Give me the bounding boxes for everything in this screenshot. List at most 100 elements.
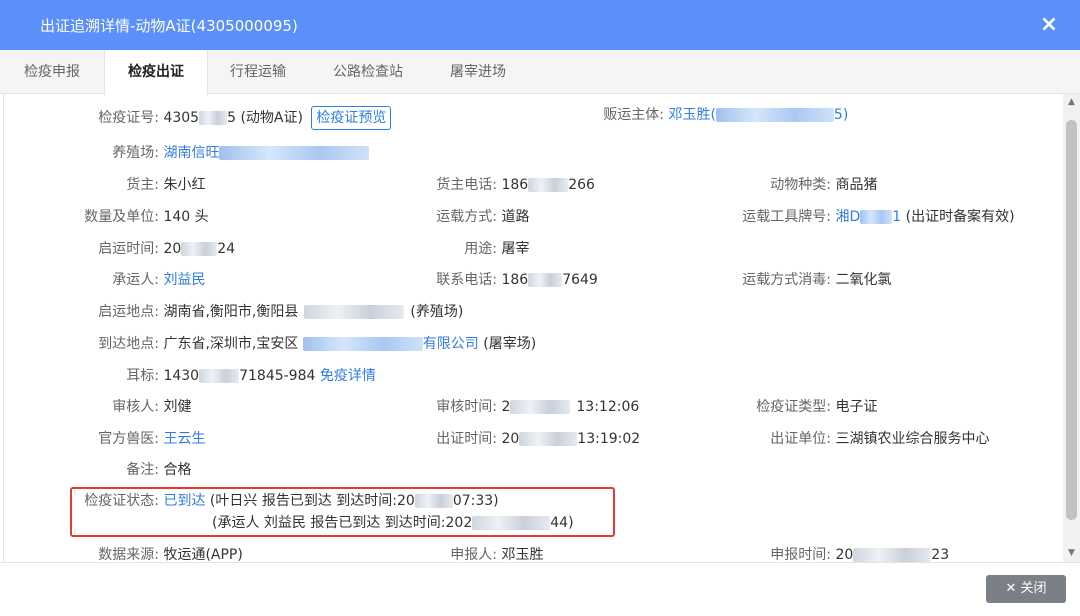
arrival-place-field: 到达地点: 广东省,深圳市,宝安区 有限公司 (屠宰场) [59,333,536,355]
masked-text [302,337,423,351]
reviewer-field: 审核人: 刘健 [59,396,191,418]
masked-text [528,178,569,192]
carrier-field: 承运人: 刘益民 [59,269,205,291]
reviewer-value: 刘健 [163,399,192,415]
apply-time-suffix: 23 [931,547,950,562]
departure-time-suffix: 24 [217,241,236,257]
applicant-field: 申报人: 邓玉胜 [397,544,543,562]
masked-text [414,494,453,508]
immunization-detail-link[interactable]: 免疫详情 [320,368,376,384]
contact-phone-label: 联系电话: [436,272,497,288]
arrival-report-2-prefix: (承运人 刘益民 报告已到达 到达时间:202 [212,515,473,531]
owner-phone-field: 货主电话: 186 266 [397,174,595,196]
cert-no-label: 检疫证号: [98,110,159,126]
remark-label: 备注: [126,462,159,478]
arrival-report-2: (承运人 刘益民 报告已到达 到达时间:202 44) [212,512,574,534]
cert-status-label: 检疫证状态: [84,493,159,509]
apply-time-prefix: 20 [835,547,854,562]
trader-link[interactable]: 邓玉胜(5) [668,107,848,123]
apply-time-label: 申报时间: [770,547,831,562]
disinfection-value: 二氧化氯 [835,272,892,288]
detail-content: 检疫证号: 4305 5 (动物A证) 检疫证预览 贩运主体: 邓玉胜(5) 养殖… [3,94,1063,562]
quantity-label: 数量及单位: [84,209,159,225]
arrival-place-prefix: 广东省,深圳市,宝安区 [163,336,299,352]
close-icon[interactable]: × [1038,10,1060,40]
departure-place-suffix: (养殖场) [410,304,464,320]
carrier-link[interactable]: 刘益民 [163,272,205,288]
cert-type-label: 检疫证类型: [756,399,831,415]
issuing-unit-label: 出证单位: [770,431,831,447]
trader-field: 贩运主体: 邓玉胜(5) [564,104,848,126]
arrival-place-link[interactable]: 有限公司 [302,336,479,352]
farm-field: 养殖场: 湖南信旺 [59,142,370,164]
vertical-scrollbar[interactable]: ▲ ▼ [1063,94,1080,562]
masked-text [853,548,932,562]
data-source-label: 数据来源: [98,547,159,562]
departure-place-prefix: 湖南省,衡阳市,衡阳县 [163,304,299,320]
ear-tag-label: 耳标: [126,368,159,384]
vet-label: 官方兽医: [98,431,159,447]
departure-time-field: 启运时间: 20 24 [59,238,235,260]
dialog-title: 出证追溯详情-动物A证(4305000095) [40,17,298,35]
cert-type-value: 电子证 [835,399,878,415]
scroll-down-icon[interactable]: ▼ [1063,545,1080,562]
tab-highway-checkpoint[interactable]: 公路检查站 [308,50,428,94]
transport-mode-field: 运载方式: 道路 [397,206,529,228]
vet-link[interactable]: 王云生 [163,431,205,447]
contact-phone-prefix: 186 [501,272,529,288]
cert-no-field: 检疫证号: 4305 5 (动物A证) 检疫证预览 [59,106,392,130]
review-time-label: 审核时间: [436,399,497,415]
disinfection-label: 运载方式消毒: [742,272,831,288]
tab-quarantine-declaration[interactable]: 检疫申报 [0,50,104,94]
arrival-place-label: 到达地点: [98,336,159,352]
dialog-footer: ✕ 关闭 [0,562,1080,616]
masked-text [199,369,240,383]
farm-link[interactable]: 湖南信旺 [163,145,370,161]
vet-field: 官方兽医: 王云生 [59,428,205,450]
close-button[interactable]: ✕ 关闭 [986,575,1066,603]
departure-place-label: 启运地点: [98,304,159,320]
plate-no-link[interactable]: 湘D 1 [835,209,901,225]
issue-time-field: 出证时间: 20 13:19:02 [397,428,640,450]
usage-label: 用途: [464,241,497,257]
owner-value: 朱小红 [163,177,206,193]
masked-text [304,305,405,319]
arrival-report-2-suffix: 44) [550,515,574,531]
trace-detail-dialog: 出证追溯详情-动物A证(4305000095) × 检疫申报 检疫出证 行程运输… [0,0,1080,616]
data-source-field: 数据来源: 牧运通(APP) [59,544,243,562]
review-time-suffix: 13:12:06 [576,399,640,415]
scrollbar-thumb[interactable] [1066,120,1077,520]
tab-quarantine-certificate[interactable]: 检疫出证 [104,50,208,95]
masked-text [519,432,578,446]
masked-text [472,516,551,530]
animal-type-field: 动物种类: 商品猪 [731,174,877,196]
issue-time-prefix: 20 [501,431,520,447]
departure-place-field: 启运地点: 湖南省,衡阳市,衡阳县 (养殖场) [59,301,463,323]
departure-time-label: 启运时间: [98,241,159,257]
tab-slaughter-entry[interactable]: 屠宰进场 [428,50,528,94]
review-time-field: 审核时间: 2 13:12:06 [397,396,639,418]
animal-type-value: 商品猪 [835,177,878,193]
review-time-prefix: 2 [501,399,511,415]
cert-status-field: 检疫证状态: 已到达 (叶日兴 报告已到达 到达时间:20 07:33) [59,490,498,512]
masked-text [181,242,218,256]
tab-trip-transport[interactable]: 行程运输 [208,50,308,94]
usage-field: 用途: 屠宰 [397,238,529,260]
masked-text [528,273,563,287]
cert-no-prefix: 4305 [163,110,200,126]
masked-text [860,210,893,224]
animal-type-label: 动物种类: [770,177,831,193]
reviewer-label: 审核人: [112,399,159,415]
tab-bar: 检疫申报 检疫出证 行程运输 公路检查站 屠宰进场 [0,50,1080,95]
owner-label: 货主: [126,177,159,193]
plate-no-note: (出证时备案有效) [901,209,1015,225]
scroll-up-icon[interactable]: ▲ [1063,94,1080,111]
data-source-value: 牧运通(APP) [163,547,243,562]
cert-status-link[interactable]: 已到达 [163,493,205,509]
owner-phone-prefix: 186 [501,177,529,193]
masked-text [199,111,228,125]
plate-no-label: 运载工具牌号: [742,209,831,225]
applicant-value: 邓玉胜 [501,547,544,562]
cert-preview-button[interactable]: 检疫证预览 [311,106,392,130]
issue-time-label: 出证时间: [436,431,497,447]
